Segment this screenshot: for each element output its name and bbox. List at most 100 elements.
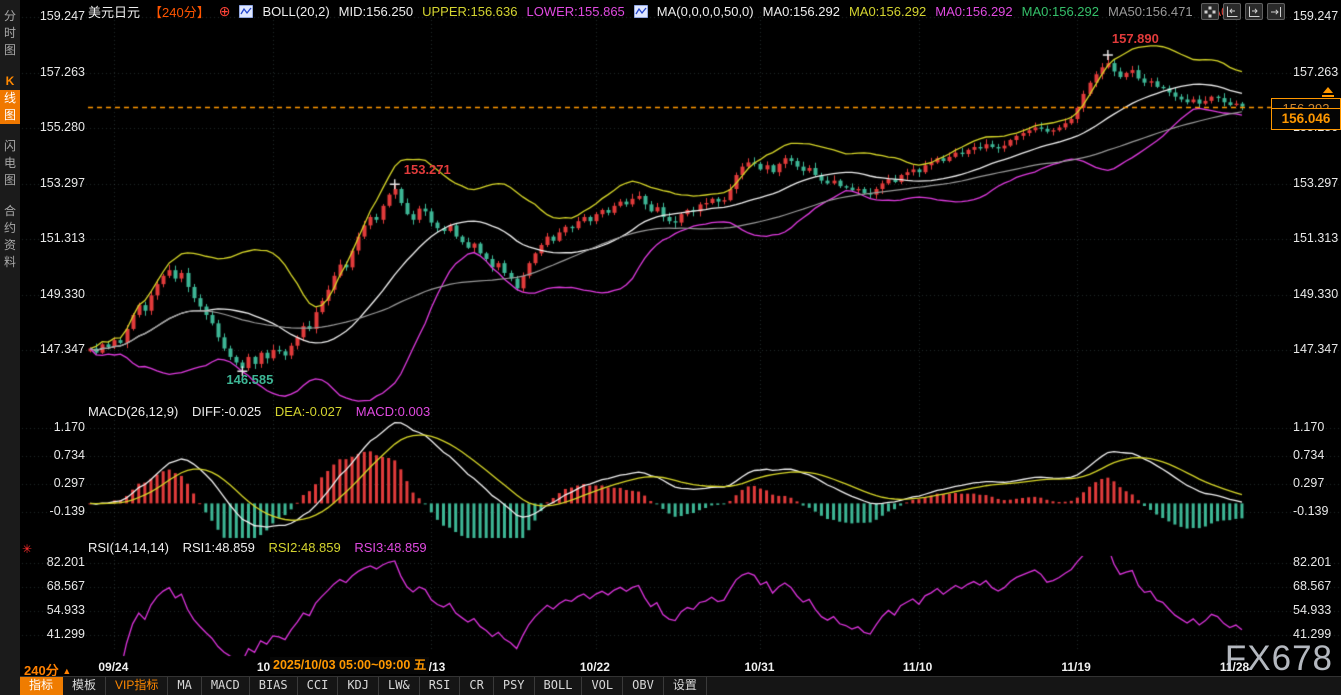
toolbar-item-10[interactable]: CR	[460, 677, 493, 695]
ma50-value: MA50:156.471	[1108, 4, 1193, 19]
macd-axis-label: 0.734	[1293, 448, 1341, 462]
toolbar-item-14[interactable]: OBV	[623, 677, 664, 695]
price-axis-label: 151.313	[1293, 231, 1341, 245]
toolbar-item-15[interactable]: 设置	[664, 677, 707, 695]
macd-axis-label: 1.170	[1293, 420, 1341, 434]
candle-tooltip: 2025/10/03 05:00~09:00 五	[270, 657, 429, 674]
chart-canvas[interactable]	[0, 0, 1341, 695]
bottom-toolbar: 指标模板VIP指标MAMACDBIASCCIKDJLW&RSICRPSYBOLL…	[20, 676, 1341, 695]
toolbar-item-11[interactable]: PSY	[494, 677, 535, 695]
toolbar-item-2[interactable]: VIP指标	[106, 677, 168, 695]
boll-lower-value: LOWER:155.865	[527, 4, 625, 19]
toolbar-item-1[interactable]: 模板	[63, 677, 106, 695]
boll-mid-value: MID:156.250	[339, 4, 413, 19]
macd-axis-label: 0.297	[1293, 476, 1341, 490]
compress-chart-icon[interactable]	[1223, 3, 1241, 20]
rsi-axis-label: 68.567	[23, 579, 85, 593]
macd-title: MACD(26,12,9)	[88, 404, 178, 419]
ma0-value-4: MA0:156.292	[1022, 4, 1099, 19]
rsi2-value: RSI2:48.859	[268, 540, 340, 555]
boll-indicator-icon[interactable]	[239, 5, 253, 18]
symbol-name: 美元日元	[88, 2, 140, 21]
toolbar-item-7[interactable]: KDJ	[338, 677, 379, 695]
macd-dea-value: DEA:-0.027	[275, 404, 342, 419]
price-axis-label: 147.347	[23, 342, 85, 356]
price-pointer-icon[interactable]	[1320, 86, 1336, 104]
sidebar-tab-char: 分	[0, 8, 20, 25]
rsi-axis-label: 82.201	[1293, 555, 1341, 569]
toolbar-item-3[interactable]: MA	[168, 677, 201, 695]
rsi-axis-label: 54.933	[1293, 603, 1341, 617]
sidebar-tab-char: 图	[0, 107, 20, 124]
ma-label: MA(0,0,0,0,50,0)	[657, 4, 754, 19]
sidebar-tab-0[interactable]: 分时图	[0, 8, 20, 59]
time-tick-label: 11/10	[903, 660, 932, 674]
toolbar-item-6[interactable]: CCI	[298, 677, 339, 695]
sidebar-tab-char: 线	[0, 90, 20, 107]
sidebar-tab-char: K	[0, 73, 20, 90]
price-axis-label: 157.263	[23, 65, 85, 79]
sidebar-tab-char: 图	[0, 172, 20, 189]
ma-indicator-icon[interactable]	[634, 5, 648, 18]
ma0-value-2: MA0:156.292	[849, 4, 926, 19]
period-dropdown-icon: ▲	[62, 666, 71, 676]
rsi-axis-label: 82.201	[23, 555, 85, 569]
ma0-value-1: MA0:156.292	[763, 4, 840, 19]
expand-chart-icon[interactable]	[1245, 3, 1263, 20]
macd-axis-label: -0.139	[23, 504, 85, 518]
go-latest-icon[interactable]	[1267, 3, 1285, 20]
rsi-axis-label: 54.933	[23, 603, 85, 617]
toolbar-item-8[interactable]: LW&	[379, 677, 420, 695]
swing-price-label: 153.271	[404, 162, 451, 177]
toolbar-item-4[interactable]: MACD	[202, 677, 250, 695]
toolbar-item-5[interactable]: BIAS	[250, 677, 298, 695]
sidebar-tab-char: 图	[0, 42, 20, 59]
rsi-panel-header: RSI(14,14,14) RSI1:48.859 RSI2:48.859 RS…	[88, 540, 437, 555]
chart-nav-icons	[1201, 3, 1285, 20]
sidebar-tab-char: 电	[0, 155, 20, 172]
sidebar-tab-char: 料	[0, 254, 20, 271]
sidebar-tab-1[interactable]: K线图	[0, 73, 20, 124]
add-indicator-icon[interactable]: ⊕	[219, 4, 231, 18]
fx-chart-terminal: { "app": {"watermark": "FX678"}, "sideba…	[0, 0, 1341, 695]
price-axis-label: 149.330	[23, 287, 85, 301]
sidebar-tab-char: 约	[0, 220, 20, 237]
sidebar-tab-char: 资	[0, 237, 20, 254]
sidebar-tab-2[interactable]: 闪电图	[0, 138, 20, 189]
sidebar-tab-char: 闪	[0, 138, 20, 155]
rsi3-value: RSI3:48.859	[354, 540, 426, 555]
price-axis-label: 155.280	[23, 120, 85, 134]
macd-value: MACD:0.003	[356, 404, 430, 419]
last-price-label: 156.046	[1271, 108, 1341, 130]
sidebar-tab-char: 时	[0, 25, 20, 42]
macd-axis-label: -0.139	[1293, 504, 1341, 518]
macd-axis-label: 0.297	[23, 476, 85, 490]
toolbar-item-0[interactable]: 指标	[20, 677, 63, 695]
macd-axis-label: 1.170	[23, 420, 85, 434]
alert-dot-icon[interactable]: ✳	[22, 542, 32, 556]
left-sidebar: 分时图K线图闪电图合约资料	[0, 0, 21, 695]
price-axis-label: 153.297	[23, 176, 85, 190]
rsi-axis-label: 68.567	[1293, 579, 1341, 593]
chart-header: 美元日元 【240分】 ⊕ BOLL(20,2) MID:156.250 UPP…	[88, 3, 1239, 19]
boll-label: BOLL(20,2)	[262, 4, 329, 19]
time-tick-label: 09/24	[98, 660, 128, 674]
period-label[interactable]: 【240分】	[149, 2, 210, 21]
rsi-axis-label: 41.299	[23, 627, 85, 641]
price-axis-label: 147.347	[1293, 342, 1341, 356]
toolbar-item-13[interactable]: VOL	[582, 677, 623, 695]
price-axis-label: 153.297	[1293, 176, 1341, 190]
price-axis-label: 151.313	[23, 231, 85, 245]
price-axis-label: 159.247	[1293, 9, 1341, 23]
boll-upper-value: UPPER:156.636	[422, 4, 517, 19]
sidebar-tab-3[interactable]: 合约资料	[0, 203, 20, 271]
toolbar-item-12[interactable]: BOLL	[535, 677, 583, 695]
watermark: FX678	[1225, 639, 1333, 679]
rsi1-value: RSI1:48.859	[183, 540, 255, 555]
price-axis-label: 159.247	[23, 9, 85, 23]
macd-diff-value: DIFF:-0.025	[192, 404, 261, 419]
price-axis-label: 157.263	[1293, 65, 1341, 79]
pan-tool-icon[interactable]	[1201, 3, 1219, 20]
toolbar-item-9[interactable]: RSI	[420, 677, 461, 695]
macd-axis-label: 0.734	[23, 448, 85, 462]
